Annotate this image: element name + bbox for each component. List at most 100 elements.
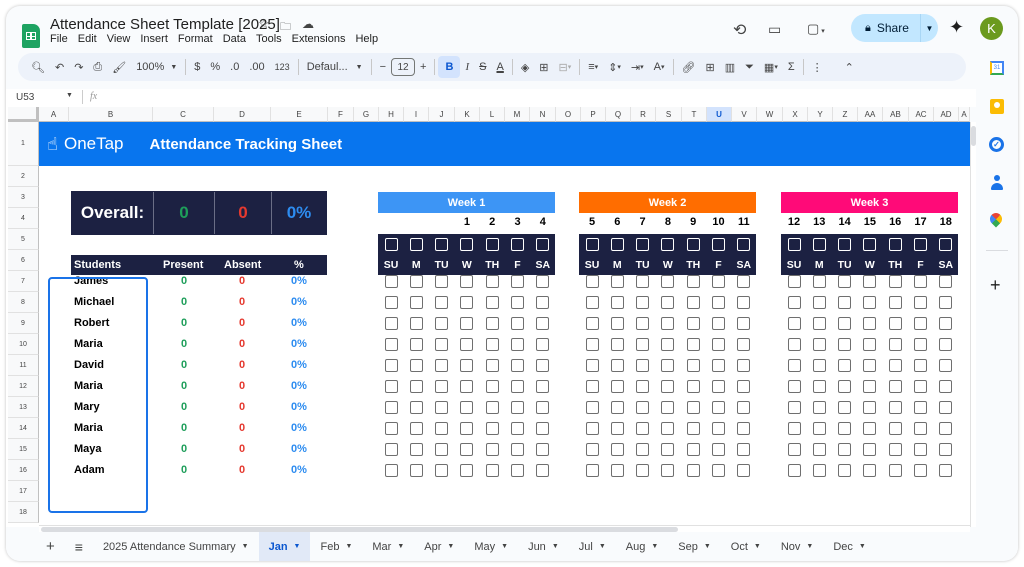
student-absent[interactable]: 0 — [217, 401, 267, 413]
attendance-checkbox[interactable] — [787, 401, 801, 414]
attendance-checkbox[interactable] — [536, 401, 550, 414]
name-box[interactable]: U53 — [16, 92, 34, 103]
add-icon[interactable]: + — [990, 275, 1001, 296]
attendance-checkbox[interactable] — [511, 443, 524, 456]
attendance-checkbox[interactable] — [636, 380, 650, 393]
attendance-checkbox[interactable] — [460, 296, 474, 309]
select-all-day-checkbox[interactable] — [585, 238, 599, 251]
attendance-checkbox[interactable] — [409, 296, 423, 309]
insert-chart-icon[interactable]: ▥ — [720, 56, 740, 78]
sheet-tab-menu-icon[interactable]: ▼ — [704, 543, 711, 550]
student-percent[interactable]: 0% — [274, 317, 324, 329]
attendance-checkbox[interactable] — [536, 422, 550, 435]
functions-button[interactable]: Σ — [783, 56, 800, 78]
attendance-checkbox[interactable] — [661, 401, 675, 414]
row-header[interactable]: 16 — [8, 460, 39, 481]
attendance-checkbox[interactable] — [686, 359, 700, 372]
attendance-checkbox[interactable] — [610, 338, 624, 351]
menu-tools[interactable]: Tools — [256, 33, 282, 45]
sheet-tab[interactable]: Apr ▼ — [414, 532, 464, 561]
attendance-checkbox[interactable] — [838, 422, 852, 435]
vertical-align-icon[interactable]: ⇕ ▾ — [603, 56, 626, 78]
select-all-day-checkbox[interactable] — [737, 238, 751, 251]
attendance-checkbox[interactable] — [737, 401, 751, 414]
attendance-checkbox[interactable] — [661, 296, 675, 309]
cloud-status-icon[interactable]: ☁ — [302, 17, 314, 31]
column-header[interactable]: J — [429, 107, 455, 122]
row-header[interactable]: 5 — [8, 229, 39, 250]
student-percent[interactable]: 0% — [274, 359, 324, 371]
text-rotation-icon[interactable]: A ▾ — [649, 56, 670, 78]
attendance-checkbox[interactable] — [888, 464, 902, 477]
column-header[interactable]: V — [732, 107, 757, 122]
attendance-checkbox[interactable] — [460, 338, 474, 351]
column-header[interactable]: C — [153, 107, 214, 122]
select-all-day-checkbox[interactable] — [485, 238, 499, 251]
attendance-checkbox[interactable] — [409, 359, 423, 372]
attendance-checkbox[interactable] — [384, 359, 398, 372]
attendance-checkbox[interactable] — [636, 275, 650, 288]
attendance-checkbox[interactable] — [686, 338, 700, 351]
more-options-icon[interactable]: ⋮ — [807, 56, 828, 78]
column-header[interactable]: N — [530, 107, 556, 122]
select-all-day-checkbox[interactable] — [686, 238, 700, 251]
column-header[interactable]: U — [707, 107, 732, 122]
attendance-checkbox[interactable] — [787, 443, 801, 456]
attendance-checkbox[interactable] — [838, 338, 852, 351]
attendance-checkbox[interactable] — [435, 317, 449, 330]
attendance-checkbox[interactable] — [863, 338, 877, 351]
attendance-checkbox[interactable] — [863, 401, 877, 414]
column-header[interactable]: AC — [909, 107, 934, 122]
sheet-tab-menu-icon[interactable]: ▼ — [651, 543, 658, 550]
currency-format-button[interactable]: $ — [189, 56, 205, 78]
attendance-checkbox[interactable] — [610, 443, 624, 456]
text-wrap-icon[interactable]: ⇥ ▾ — [626, 56, 649, 78]
column-header[interactable]: X — [783, 107, 808, 122]
attendance-checkbox[interactable] — [460, 443, 474, 456]
attendance-checkbox[interactable] — [838, 380, 852, 393]
attendance-checkbox[interactable] — [636, 443, 650, 456]
column-header[interactable]: G — [354, 107, 379, 122]
attendance-checkbox[interactable] — [914, 422, 927, 435]
attendance-checkbox[interactable] — [585, 338, 599, 351]
attendance-checkbox[interactable] — [511, 380, 524, 393]
attendance-checkbox[interactable] — [812, 296, 826, 309]
row-header[interactable]: 11 — [8, 355, 39, 376]
all-sheets-icon[interactable]: ≡ — [65, 532, 93, 561]
attendance-checkbox[interactable] — [787, 359, 801, 372]
attendance-checkbox[interactable] — [485, 296, 499, 309]
column-header[interactable]: I — [404, 107, 429, 122]
attendance-checkbox[interactable] — [863, 443, 877, 456]
attendance-checkbox[interactable] — [914, 443, 927, 456]
column-header[interactable]: R — [631, 107, 656, 122]
attendance-checkbox[interactable] — [384, 443, 398, 456]
select-all-day-checkbox[interactable] — [863, 238, 877, 251]
attendance-checkbox[interactable] — [485, 422, 499, 435]
attendance-checkbox[interactable] — [939, 338, 953, 351]
attendance-checkbox[interactable] — [511, 401, 524, 414]
insert-link-icon[interactable]: 🔗︎ — [677, 56, 701, 78]
attendance-checkbox[interactable] — [384, 296, 398, 309]
select-all-day-checkbox[interactable] — [712, 238, 725, 251]
sheets-logo-icon[interactable] — [22, 24, 40, 48]
select-all-day-checkbox[interactable] — [939, 238, 953, 251]
sheet-tab-menu-icon[interactable]: ▼ — [599, 543, 606, 550]
attendance-checkbox[interactable] — [914, 275, 927, 288]
student-present[interactable]: 0 — [159, 443, 209, 455]
attendance-checkbox[interactable] — [712, 380, 725, 393]
menu-edit[interactable]: Edit — [78, 33, 97, 45]
sheet-tab-menu-icon[interactable]: ▼ — [345, 543, 352, 550]
version-history-icon[interactable]: ⟲ — [733, 20, 746, 40]
student-percent[interactable]: 0% — [274, 275, 324, 287]
attendance-checkbox[interactable] — [863, 380, 877, 393]
attendance-checkbox[interactable] — [812, 422, 826, 435]
attendance-checkbox[interactable] — [838, 401, 852, 414]
column-header[interactable]: A — [39, 107, 69, 122]
select-all-day-checkbox[interactable] — [460, 238, 474, 251]
menu-help[interactable]: Help — [355, 33, 378, 45]
attendance-checkbox[interactable] — [712, 296, 725, 309]
attendance-checkbox[interactable] — [585, 380, 599, 393]
attendance-checkbox[interactable] — [435, 338, 449, 351]
attendance-checkbox[interactable] — [661, 317, 675, 330]
select-all-day-checkbox[interactable] — [812, 238, 826, 251]
